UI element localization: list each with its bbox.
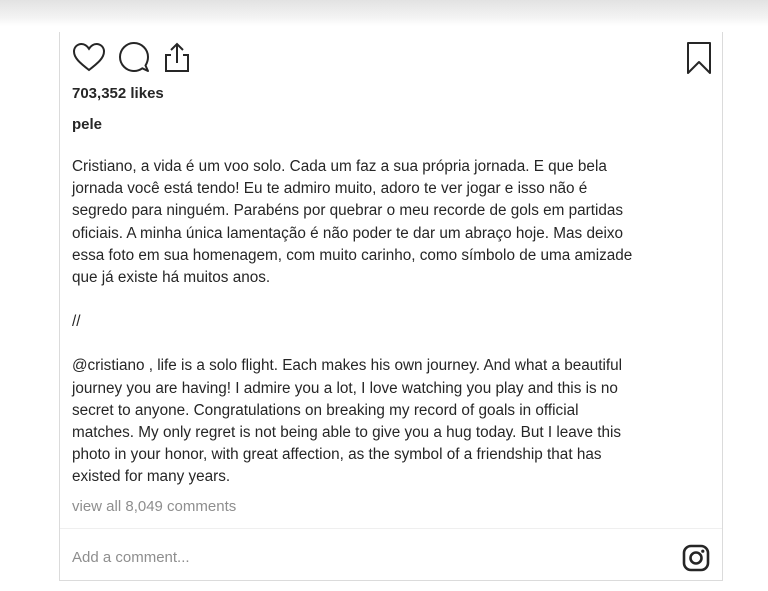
caption-portuguese: Cristiano, a vida é um voo solo. Cada um… (72, 158, 633, 287)
add-comment-input[interactable] (72, 542, 652, 572)
caption-separator: // (72, 313, 81, 331)
post-username[interactable]: pele (72, 116, 102, 133)
browser-top-shadow (0, 0, 768, 26)
comment-divider (60, 528, 722, 529)
comment-bubble-icon[interactable] (117, 40, 151, 76)
view-all-comments-link[interactable]: view all 8,049 comments (72, 498, 236, 515)
post-caption: Cristiano, a vida é um voo solo. Cada um… (72, 156, 712, 489)
post-actions-bar (72, 40, 712, 76)
caption-english: @cristiano , life is a solo flight. Each… (72, 357, 623, 486)
instagram-logo-icon[interactable] (681, 543, 711, 573)
likes-count[interactable]: 703,352 likes (72, 85, 164, 102)
post-card: 703,352 likes pele Cristiano, a vida é u… (59, 32, 723, 581)
share-icon[interactable] (160, 40, 194, 76)
bookmark-icon[interactable] (682, 40, 716, 76)
heart-icon[interactable] (72, 40, 106, 76)
